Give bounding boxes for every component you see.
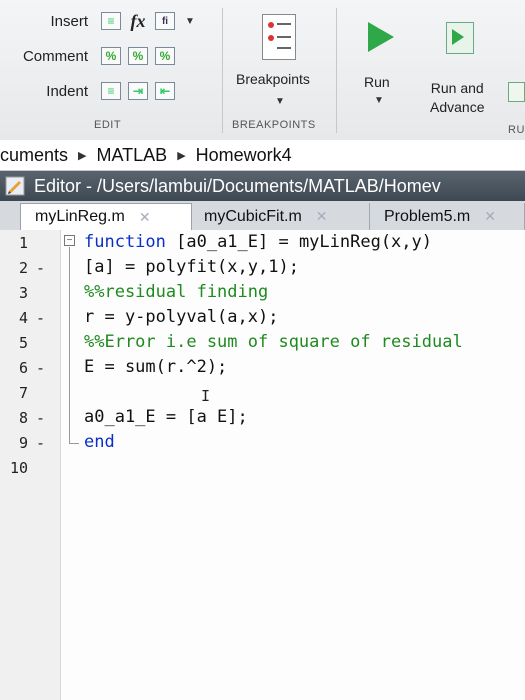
comment-text: %%residual finding: [84, 282, 269, 302]
editor-title-bar: Editor - /Users/lambui/Documents/MATLAB/…: [0, 171, 525, 201]
code-line-5[interactable]: %%Error i.e sum of square of residual: [84, 332, 463, 352]
chevron-down-icon[interactable]: ▼: [374, 95, 384, 106]
fx-function-icon[interactable]: fx: [128, 11, 148, 31]
chevron-down-icon[interactable]: ▼: [275, 96, 285, 107]
code-line-8[interactable]: a0_a1_E = [a E];: [84, 407, 248, 427]
comment-label: Comment: [22, 47, 88, 65]
editor-title: Editor - /Users/lambui/Documents/MATLAB/…: [34, 175, 441, 196]
tab-label: myCubicFit.m: [204, 207, 302, 225]
edit-section-label: EDIT: [94, 119, 122, 131]
keyword: end: [84, 432, 115, 452]
fold-line: [69, 247, 70, 443]
line-number: 9: [18, 434, 28, 452]
run-and-advance-label-2: Advance: [430, 99, 485, 115]
fold-minus-icon[interactable]: −: [64, 235, 75, 246]
function-file-icon[interactable]: fi: [155, 12, 175, 30]
divider: [336, 8, 337, 133]
divider: [222, 8, 223, 133]
code-editor[interactable]: 1 2 3 4 5 6 7 8 9 10 - - - - - − functio…: [0, 230, 525, 700]
tab-mylinreg[interactable]: myLinReg.m ✕: [20, 203, 192, 230]
increase-indent-icon[interactable]: ⇥: [128, 82, 148, 100]
line-number: 10: [9, 459, 28, 477]
line-number: 2: [18, 259, 28, 277]
indent-label: Indent: [46, 82, 88, 100]
breakpoints-icon[interactable]: [262, 14, 296, 60]
run-and-advance-label-1: Run and: [430, 80, 484, 96]
fold-end: [69, 443, 79, 444]
editor-tabs: myLinReg.m ✕ myCubicFit.m ✕ Problem5.m ✕: [0, 201, 525, 231]
comment-text: %%Error i.e sum of square of residual: [84, 332, 463, 352]
line-number: 8: [18, 409, 28, 427]
comment-percent-icon[interactable]: %: [101, 47, 121, 65]
run-section-label: RU: [508, 124, 525, 136]
comment-row: Comment % % %: [0, 47, 175, 65]
insert-section-icon[interactable]: ≡: [101, 12, 121, 30]
line-number: 7: [18, 384, 28, 402]
code-line-2[interactable]: [a] = polyfit(x,y,1);: [84, 257, 299, 277]
line-number: 1: [18, 234, 28, 252]
insert-label: Insert: [50, 12, 88, 30]
line-number: 4: [18, 309, 28, 327]
chevron-right-icon[interactable]: ▶: [177, 149, 185, 162]
breadcrumb-item-homework4[interactable]: Homework4: [196, 145, 292, 166]
text-cursor-icon: I: [201, 387, 211, 405]
breadcrumb-item-documents[interactable]: cuments: [0, 145, 68, 166]
breakpoint-marker[interactable]: -: [36, 309, 45, 327]
code-text: E = sum(r.^2);: [84, 357, 228, 377]
keyword: function: [84, 232, 166, 252]
code-line-6[interactable]: E = sum(r.^2);: [84, 357, 227, 377]
breadcrumb: cuments ▶ MATLAB ▶ Homework4: [0, 140, 525, 171]
run-section-icon[interactable]: [508, 82, 525, 102]
code-text: [a] = polyfit(x,y,1);: [84, 257, 299, 277]
line-number: 6: [18, 359, 28, 377]
uncomment-icon[interactable]: %: [128, 47, 148, 65]
breakpoint-marker[interactable]: -: [36, 359, 45, 377]
indent-row: Indent ≡ ⇥ ⇤: [0, 82, 175, 100]
breakpoint-marker[interactable]: -: [36, 434, 45, 452]
code-line-3[interactable]: %%residual finding: [84, 282, 268, 302]
pencil-icon: [5, 176, 25, 196]
code-line-1[interactable]: function [a0_a1_E] = myLinReg(x,y): [84, 232, 432, 252]
toolstrip: Insert ≡ fx fi ▼ Comment % % % Indent ≡ …: [0, 0, 525, 141]
line-number: 3: [18, 284, 28, 302]
code-text: r = y-polyval(a,x);: [84, 307, 279, 327]
code-line-4[interactable]: r = y-polyval(a,x);: [84, 307, 278, 327]
breakpoint-marker[interactable]: -: [36, 409, 45, 427]
line-number-gutter: 1 2 3 4 5 6 7 8 9 10 - - - - -: [0, 230, 61, 700]
code-text: a0_a1_E = [a E];: [84, 407, 248, 427]
wrap-comments-icon[interactable]: %: [155, 47, 175, 65]
chevron-down-icon[interactable]: ▼: [185, 16, 195, 27]
run-and-advance-button[interactable]: Run and Advance: [430, 79, 484, 117]
smart-indent-icon[interactable]: ≡: [101, 82, 121, 100]
run-and-advance-icon[interactable]: [446, 22, 474, 54]
breadcrumb-item-matlab[interactable]: MATLAB: [97, 145, 168, 166]
chevron-right-icon[interactable]: ▶: [78, 149, 86, 162]
breakpoints-section-label: BREAKPOINTS: [232, 119, 316, 131]
run-button[interactable]: Run: [364, 74, 390, 90]
close-icon[interactable]: ✕: [484, 208, 496, 225]
tab-mycubicfit[interactable]: myCubicFit.m ✕: [194, 203, 370, 230]
run-play-icon[interactable]: [368, 22, 394, 52]
line-number: 5: [18, 334, 28, 352]
tab-problem5[interactable]: Problem5.m ✕: [372, 203, 525, 230]
insert-row: Insert ≡ fx fi ▼: [0, 11, 195, 31]
code-text: [a0_a1_E] = myLinReg(x,y): [165, 232, 432, 252]
close-icon[interactable]: ✕: [316, 208, 328, 225]
code-line-9[interactable]: end: [84, 432, 115, 452]
tab-label: myLinReg.m: [35, 208, 125, 225]
decrease-indent-icon[interactable]: ⇤: [155, 82, 175, 100]
tab-label: Problem5.m: [384, 207, 471, 225]
close-icon[interactable]: ✕: [139, 209, 151, 226]
breakpoints-button[interactable]: Breakpoints: [236, 71, 310, 87]
breakpoint-marker[interactable]: -: [36, 259, 45, 277]
